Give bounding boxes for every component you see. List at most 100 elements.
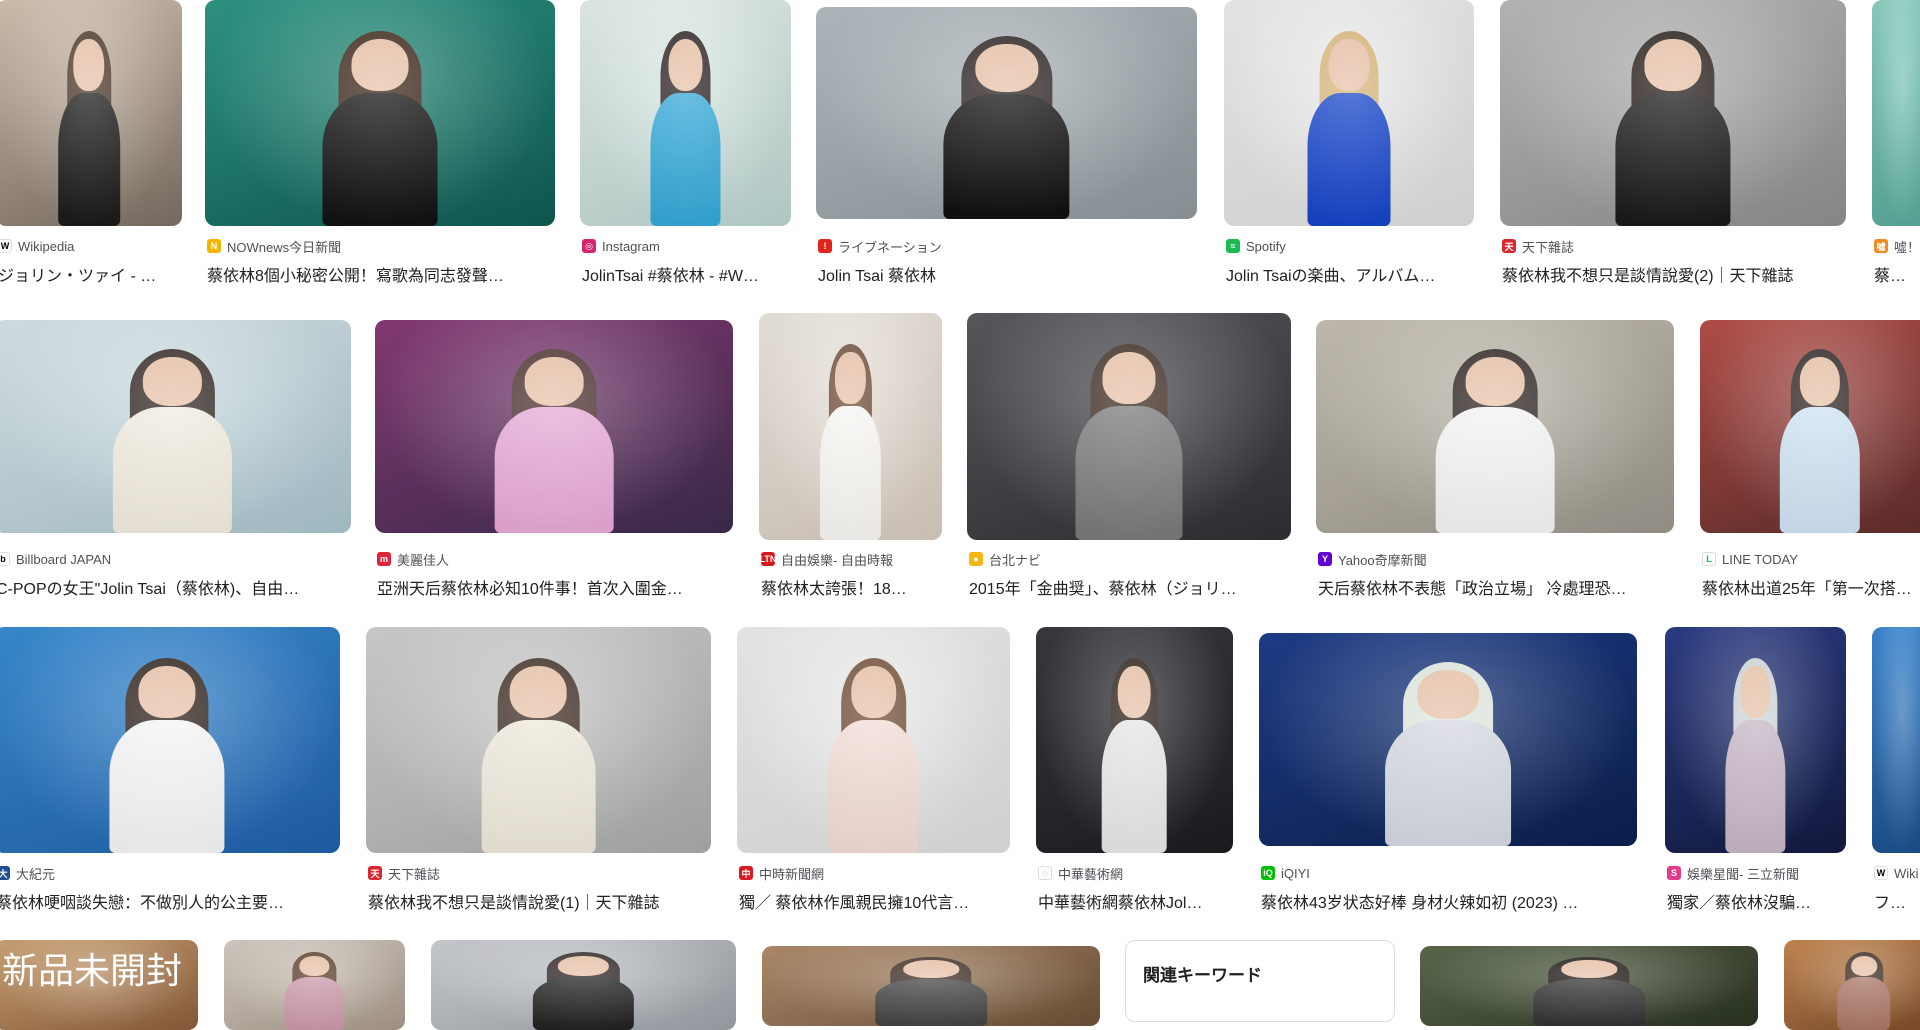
source-favicon-icon: ! [818,239,832,253]
source-favicon-icon: ● [969,552,983,566]
result-thumbnail[interactable] [205,0,555,226]
source-name: Wiki [1894,865,1919,881]
thumbnail-overlay-text: 新品未開封 [2,950,183,991]
person-figure [46,27,132,226]
result-title[interactable]: ジョリン・ツァイ - … [0,262,180,286]
result-title[interactable]: 天后蔡依林不表態「政治立場」 冷處理恐… [1318,575,1672,599]
source-name: 天下雜誌 [388,866,441,882]
source-name: Wikipedia [18,238,75,254]
source-favicon-icon: 噓 [1874,239,1888,253]
source-name: ライブネーション [838,239,942,255]
person-figure [513,951,653,1030]
person-figure [459,654,618,853]
result-title[interactable]: 蔡依林出道25年「第一次搭… [1702,575,1920,599]
result-title[interactable]: 中華藝術網蔡依林Jol… [1038,889,1231,913]
source-favicon-icon: 大 [0,866,10,880]
result-title[interactable]: ファイ… [1874,889,1920,913]
result-thumbnail[interactable] [0,320,351,533]
result-title[interactable]: 2015年「金曲奨」、蔡依林（ジョリ… [969,575,1289,599]
person-figure [808,340,892,540]
source-favicon-icon: W [1874,866,1888,880]
result-thumbnail[interactable] [431,940,736,1030]
result-thumbnail[interactable] [1700,320,1920,533]
person-figure [1511,956,1666,1026]
person-figure [472,346,637,533]
result-title[interactable]: 獨家／蔡依林沒騙… [1667,889,1845,913]
result-thumbnail[interactable] [1420,946,1758,1026]
source-favicon-icon: ◌ [1038,866,1052,880]
person-figure [1714,654,1797,853]
result-thumbnail[interactable] [759,313,942,540]
source-favicon-icon: 天 [1502,239,1516,253]
source-name: 美麗佳人 [397,552,450,568]
person-figure [1361,659,1535,846]
source-favicon-icon: ≈ [1226,239,1240,253]
person-figure [853,956,1008,1026]
result-title[interactable]: 獨／ 蔡依林作風親民擁10代言… [739,889,1008,913]
result-thumbnail[interactable] [1784,940,1920,1030]
person-figure [1765,346,1875,533]
result-thumbnail[interactable] [1500,0,1846,226]
source-favicon-icon: N [207,239,221,253]
result-thumbnail[interactable] [1872,0,1920,226]
result-title[interactable]: Jolin Tsaiの楽曲、アルバム… [1226,262,1472,286]
result-thumbnail[interactable] [1224,0,1474,226]
result-thumbnail[interactable] [1872,627,1920,853]
person-figure [1292,27,1407,226]
result-thumbnail[interactable] [737,627,1010,853]
result-title[interactable]: 蔡依林哽咽談失戀：不做別人的公主要… [0,889,338,913]
source-favicon-icon: W [0,239,12,253]
result-thumbnail[interactable]: 新品未開封 [0,940,198,1030]
result-title[interactable]: 蔡依林太誇張！18… [761,575,941,599]
source-name: Billboard JAPAN [16,551,112,567]
result-title[interactable]: 蔡依林8個小秘密公開！寫歌為同志發聲… [207,262,553,286]
result-thumbnail[interactable] [967,313,1291,540]
result-title[interactable]: 蔡依林我不想只是談情說愛(1)｜天下雜誌 [368,889,709,913]
result-thumbnail[interactable] [1036,627,1233,853]
person-figure [637,27,734,226]
related-keywords-panel[interactable]: 関連キーワード [1125,940,1395,1022]
person-figure [273,951,356,1030]
result-title[interactable]: JolinTsai #蔡依林 - #W… [582,262,789,286]
source-name: NOWnews今日新聞 [227,239,342,255]
person-figure [87,654,246,853]
source-favicon-icon: m [377,552,391,566]
result-title[interactable]: C-POPの女王"Jolin Tsai（蔡依林)、自由… [0,575,349,599]
source-name: 自由娛樂- 自由時報 [781,552,893,568]
source-name: 中時新聞網 [759,866,825,882]
source-favicon-icon: ◎ [582,239,596,253]
source-favicon-icon: 天 [368,866,382,880]
person-figure [811,654,937,853]
result-title[interactable]: 蔡依林43岁状态好棒 身材火辣如初 (2023) … [1261,889,1635,913]
result-title[interactable]: 蔡依林 [1874,262,1920,286]
person-figure [919,32,1094,219]
result-title[interactable]: 蔡依林我不想只是談情說愛(2)｜天下雜誌 [1502,262,1844,286]
source-name: 大紀元 [16,866,56,882]
result-thumbnail[interactable] [762,946,1100,1026]
result-thumbnail[interactable] [375,320,733,533]
result-thumbnail[interactable] [816,7,1197,219]
person-figure [1827,951,1901,1030]
related-keywords-title: 関連キーワード [1143,966,1262,985]
source-name: iQIYI [1281,865,1310,881]
source-name: 噓！ [1894,239,1920,255]
result-thumbnail[interactable] [224,940,405,1030]
source-name: Spotify [1246,238,1286,254]
source-favicon-icon: S [1667,866,1681,880]
source-favicon-icon: LTN [759,552,777,566]
result-thumbnail[interactable] [580,0,791,226]
result-thumbnail[interactable] [366,627,711,853]
result-thumbnail[interactable] [0,627,340,853]
source-favicon-icon: L [1702,552,1716,566]
source-name: 台北ナビ [989,552,1042,568]
result-title[interactable]: 亞洲天后蔡依林必知10件事！首次入圍金… [377,575,731,599]
source-name: Instagram [602,238,660,254]
result-title[interactable]: Jolin Tsai 蔡依林 [818,262,1195,286]
result-thumbnail[interactable] [0,0,182,226]
result-thumbnail[interactable] [1259,633,1637,846]
person-figure [90,346,254,533]
person-figure [1593,27,1752,226]
result-thumbnail[interactable] [1316,320,1674,533]
result-thumbnail[interactable] [1665,627,1846,853]
source-favicon-icon: Y [1318,552,1332,566]
